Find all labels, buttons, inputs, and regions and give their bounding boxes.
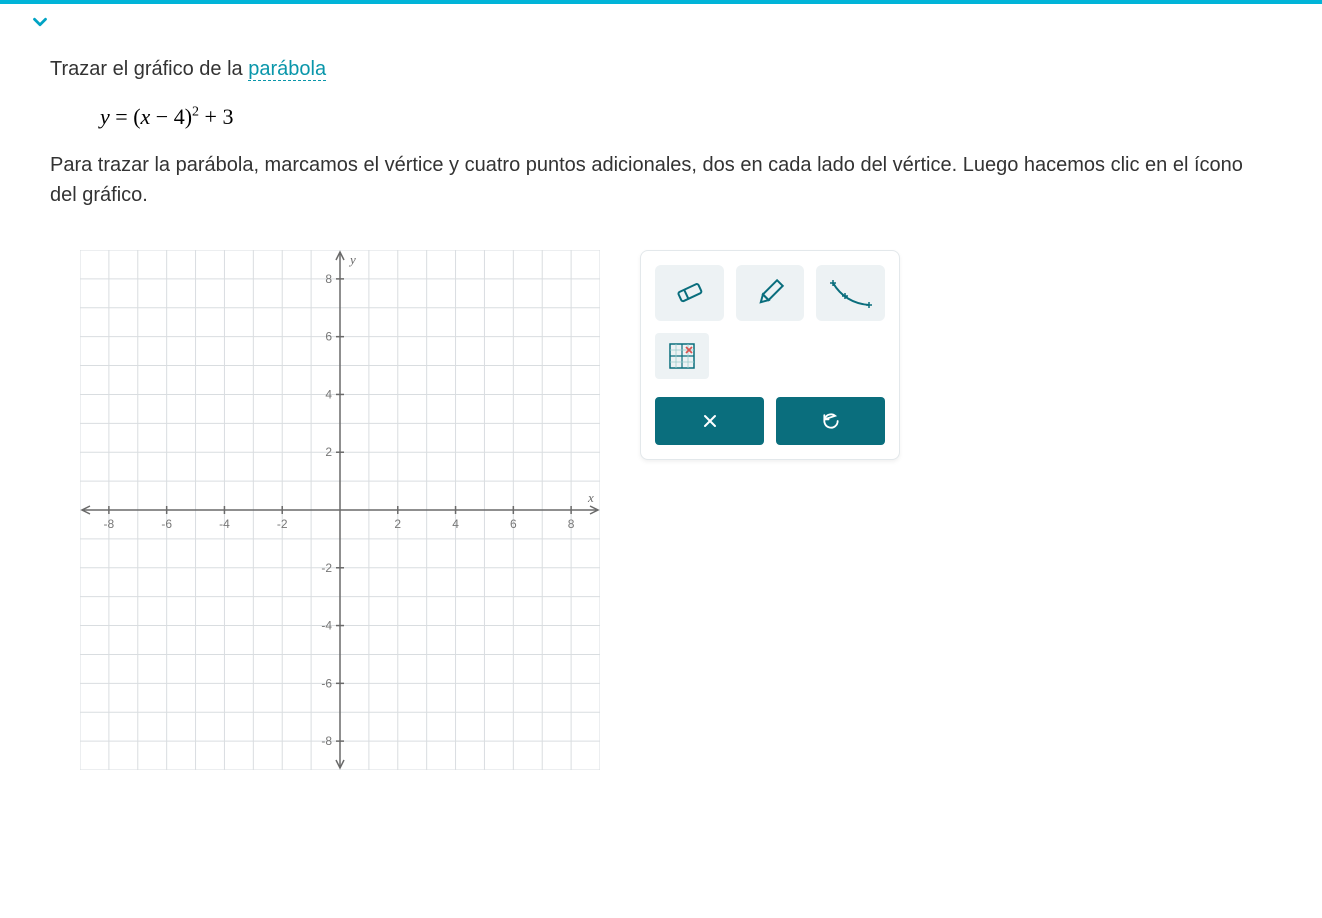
curve-tool-button[interactable] (816, 265, 885, 321)
workspace: -8 -6 -4 -2 2 4 6 8 -8 -6 -4 -2 2 4 6 8 x y (50, 250, 1272, 770)
svg-text:8: 8 (568, 517, 575, 531)
question-content: Trazar el gráfico de la parábola y = (x … (0, 4, 1322, 770)
zoom-region-button[interactable] (655, 333, 709, 379)
zoom-region-icon (667, 341, 697, 371)
svg-text:-8: -8 (321, 734, 332, 748)
equation-display: y = (x − 4)2 + 3 (100, 104, 1272, 130)
eq-close-paren: ) (185, 104, 192, 129)
sub-instruction-text: Para trazar la parábola, marcamos el vér… (50, 150, 1272, 210)
undo-icon (821, 411, 841, 431)
eq-plus: + (199, 104, 222, 129)
curve-icon (829, 275, 873, 311)
undo-button[interactable] (776, 397, 885, 445)
x-axis-label: x (587, 490, 594, 505)
eraser-icon (671, 278, 707, 308)
collapse-toggle[interactable] (20, 4, 60, 39)
svg-text:6: 6 (325, 330, 332, 344)
eq-minus: − (150, 104, 173, 129)
svg-text:-2: -2 (321, 561, 332, 575)
tool-panel (640, 250, 900, 460)
y-axis-label: y (348, 252, 356, 267)
clear-button[interactable] (655, 397, 764, 445)
tool-row-main (655, 265, 885, 321)
eq-h: 4 (174, 104, 185, 129)
close-icon (700, 411, 720, 431)
glossary-link-parabola[interactable]: parábola (248, 58, 326, 81)
action-row (655, 397, 885, 445)
pencil-icon (752, 276, 788, 310)
svg-text:-4: -4 (321, 619, 332, 633)
svg-text:6: 6 (510, 517, 517, 531)
instruction-text: Trazar el gráfico de la parábola (50, 54, 1272, 84)
svg-text:-6: -6 (321, 676, 332, 690)
tool-row-secondary (655, 333, 885, 379)
svg-text:-6: -6 (161, 517, 172, 531)
svg-text:8: 8 (325, 272, 332, 286)
eq-open-paren: ( (133, 104, 140, 129)
svg-text:-8: -8 (104, 517, 115, 531)
graph-panel[interactable]: -8 -6 -4 -2 2 4 6 8 -8 -6 -4 -2 2 4 6 8 x y (80, 250, 600, 770)
coordinate-grid[interactable]: -8 -6 -4 -2 2 4 6 8 -8 -6 -4 -2 2 4 6 8 x y (80, 250, 600, 770)
eq-equals: = (110, 104, 133, 129)
eq-var: x (141, 104, 151, 129)
svg-text:4: 4 (452, 517, 459, 531)
svg-text:2: 2 (394, 517, 401, 531)
pencil-tool-button[interactable] (736, 265, 805, 321)
eq-k: 3 (222, 104, 233, 129)
svg-text:4: 4 (325, 387, 332, 401)
svg-text:-2: -2 (277, 517, 288, 531)
eraser-tool-button[interactable] (655, 265, 724, 321)
eq-exponent: 2 (192, 105, 199, 120)
svg-text:2: 2 (325, 445, 332, 459)
chevron-down-icon (29, 11, 51, 33)
instruction-prefix: Trazar el gráfico de la (50, 58, 248, 80)
eq-lhs: y (100, 104, 110, 129)
svg-text:-4: -4 (219, 517, 230, 531)
